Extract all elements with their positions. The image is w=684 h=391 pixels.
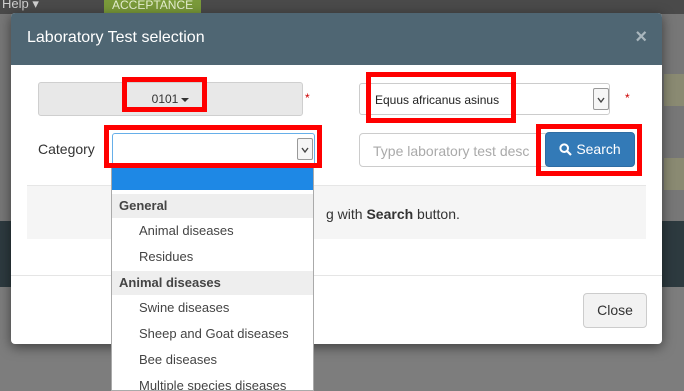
required-marker: * bbox=[625, 91, 630, 105]
app-topbar bbox=[0, 0, 684, 14]
footer-divider bbox=[11, 275, 662, 276]
dropdown-option-empty[interactable] bbox=[112, 166, 313, 190]
help-menu[interactable]: Help ▾ bbox=[2, 0, 39, 12]
search-placeholder: Type laboratory test desc bbox=[373, 143, 530, 159]
annotation-highlight-search bbox=[536, 124, 642, 176]
acceptance-tab[interactable]: ACCEPTANCE bbox=[104, 0, 202, 14]
dropdown-option[interactable]: Animal diseases bbox=[112, 218, 313, 244]
laboratory-test-modal: Laboratory Test selection × 0101 * Equus… bbox=[11, 13, 662, 344]
category-dropdown-list[interactable]: General Animal diseases Residues Animal … bbox=[111, 166, 314, 391]
background-row-highlight bbox=[664, 158, 684, 190]
modal-header: Laboratory Test selection × bbox=[11, 13, 662, 65]
dropdown-option[interactable]: Swine diseases bbox=[112, 295, 313, 321]
annotation-highlight-category bbox=[104, 125, 322, 168]
dropdown-option[interactable]: Bee diseases bbox=[112, 347, 313, 373]
close-button[interactable]: Close bbox=[583, 293, 647, 328]
close-icon[interactable]: × bbox=[635, 27, 647, 47]
required-marker: * bbox=[305, 91, 310, 105]
dropdown-option[interactable]: Residues bbox=[112, 244, 313, 270]
category-label: Category bbox=[38, 141, 95, 157]
species-dropdown-arrow[interactable] bbox=[593, 88, 609, 110]
annotation-highlight-laboratory bbox=[122, 77, 207, 112]
annotation-highlight-species bbox=[366, 72, 516, 123]
dropdown-group-animal-diseases: Animal diseases bbox=[112, 271, 313, 295]
dropdown-option[interactable]: Sheep and Goat diseases bbox=[112, 321, 313, 347]
hint-bold: Search bbox=[366, 206, 414, 222]
hint-text: g with Search button. bbox=[326, 206, 460, 222]
chevron-down-icon bbox=[597, 97, 605, 104]
test-search-input[interactable]: Type laboratory test desc bbox=[359, 133, 549, 167]
dropdown-option[interactable]: Multiple species diseases bbox=[112, 373, 313, 390]
modal-title: Laboratory Test selection bbox=[27, 29, 205, 46]
dropdown-group-general: General bbox=[112, 194, 313, 218]
background-row-highlight bbox=[664, 74, 684, 106]
